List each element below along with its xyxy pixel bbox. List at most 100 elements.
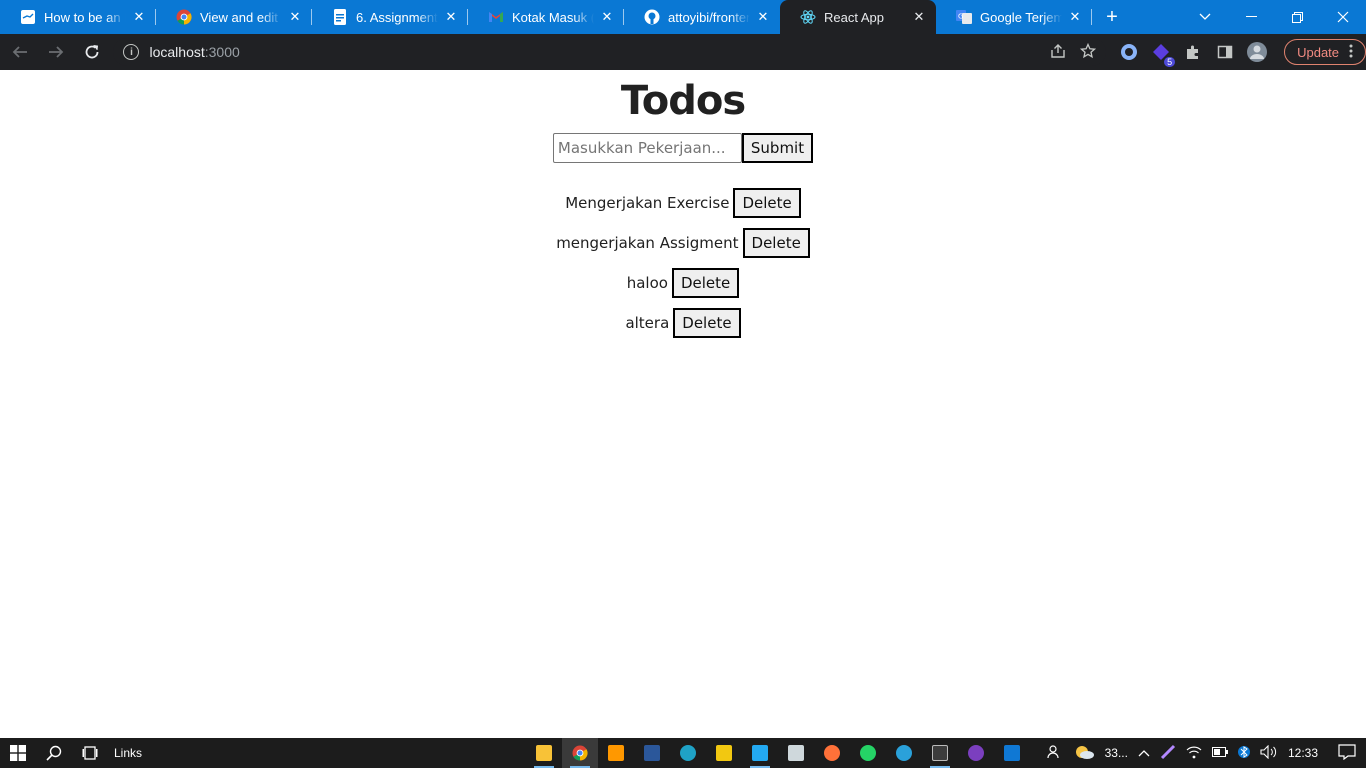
update-label: Update (1297, 44, 1340, 60)
svg-text:G: G (958, 13, 963, 21)
store-icon[interactable] (706, 738, 742, 768)
bluetooth-icon[interactable] (1237, 744, 1250, 763)
delete-button[interactable]: Delete (733, 188, 801, 218)
close-tab-icon[interactable]: ✕ (598, 8, 616, 26)
list-item: Mengerjakan Exercise Delete (0, 183, 1366, 223)
share-icon[interactable] (1050, 43, 1066, 62)
tab-title: 6. Assignment - C (356, 9, 438, 25)
tab-0[interactable]: How to be an Ide ✕ (0, 0, 156, 34)
close-tab-icon[interactable]: ✕ (442, 8, 460, 26)
battery-icon[interactable] (1211, 746, 1228, 760)
search-icon[interactable] (36, 738, 72, 768)
notification-icon[interactable] (1338, 743, 1356, 763)
whatsapp-icon[interactable] (850, 738, 886, 768)
windows-taskbar: Links 33... 12:33 (0, 738, 1366, 768)
profile-avatar[interactable] (1244, 39, 1270, 65)
window-controls (1182, 0, 1366, 34)
edge-icon[interactable] (670, 738, 706, 768)
task-view-icon[interactable] (72, 738, 108, 768)
bookmark-star-icon[interactable] (1079, 42, 1097, 62)
tab-2[interactable]: 6. Assignment - C ✕ (312, 0, 468, 34)
close-window-button[interactable] (1320, 2, 1366, 32)
gmail-icon (488, 9, 504, 25)
people-icon[interactable] (1047, 744, 1063, 763)
site-info-icon[interactable]: i (123, 44, 140, 60)
todo-text: haloo (626, 274, 668, 292)
list-item: altera Delete (0, 303, 1366, 343)
telegram-icon[interactable] (886, 738, 922, 768)
delete-button[interactable]: Delete (671, 268, 740, 298)
word-icon[interactable] (634, 738, 670, 768)
url-host: localhost (149, 44, 205, 60)
tab-separator (1091, 9, 1092, 25)
google-docs-icon (332, 9, 348, 25)
links-toolbar-label[interactable]: Links (114, 746, 142, 760)
menu-kebab-icon (1349, 44, 1353, 61)
wifi-icon[interactable] (1186, 745, 1202, 762)
todo-text: Mengerjakan Exercise (565, 194, 730, 212)
document-icon (20, 9, 36, 25)
address-bar[interactable]: i localhost:3000 (113, 38, 1107, 66)
restore-button[interactable] (1274, 2, 1320, 32)
update-button[interactable]: Update (1284, 39, 1366, 65)
tab-1[interactable]: View and edit loc ✕ (156, 0, 312, 34)
tab-title: View and edit loc (200, 9, 282, 25)
delete-button[interactable]: Delete (742, 228, 810, 258)
photos-icon[interactable] (994, 738, 1030, 768)
tab-search-chevron-icon[interactable] (1182, 2, 1228, 32)
todo-text: altera (625, 314, 670, 332)
close-tab-icon[interactable]: ✕ (286, 8, 304, 26)
pen-icon[interactable] (1160, 744, 1176, 763)
volume-icon[interactable] (1260, 744, 1278, 762)
todo-text: mengerjakan Assigment (556, 234, 739, 252)
file-explorer-icon[interactable] (526, 738, 562, 768)
close-tab-icon[interactable]: ✕ (910, 8, 928, 26)
minimize-button[interactable] (1228, 2, 1274, 32)
weather-icon[interactable] (1073, 744, 1095, 763)
side-panel-icon[interactable] (1212, 39, 1238, 65)
tab-3[interactable]: Kotak Masuk (1.4 ✕ (468, 0, 624, 34)
list-item: haloo Delete (0, 263, 1366, 303)
pinned-apps (526, 738, 1030, 768)
tab-title: React App (824, 9, 884, 25)
forward-arrow-icon[interactable] (40, 36, 72, 68)
reload-icon[interactable] (76, 36, 108, 68)
extension-badge-icon[interactable]: 5 (1148, 39, 1176, 67)
list-item: mengerjakan Assigment Delete (0, 223, 1366, 263)
tab-title: Google Terjemah (980, 9, 1062, 25)
chrome-icon[interactable] (562, 738, 599, 768)
tab-4[interactable]: attoyibi/frontend ✕ (624, 0, 780, 34)
system-tray: 33... 12:33 (1047, 743, 1366, 763)
github-icon (644, 9, 660, 25)
page-content: Todos Submit Mengerjakan Exercise Delete… (0, 70, 1366, 738)
submit-button[interactable]: Submit (741, 133, 814, 163)
clock-time[interactable]: 12:33 (1288, 746, 1318, 760)
close-tab-icon[interactable]: ✕ (130, 8, 148, 26)
vscode-icon[interactable] (742, 738, 778, 768)
todo-list: Mengerjakan Exercise Delete mengerjakan … (0, 183, 1366, 343)
weather-temperature[interactable]: 33... (1105, 746, 1128, 760)
notepad-icon[interactable] (778, 738, 814, 768)
back-arrow-icon[interactable] (4, 36, 36, 68)
terminal-icon[interactable] (922, 738, 958, 768)
extensions-puzzle-icon[interactable] (1180, 39, 1206, 65)
extension-circle-icon[interactable] (1116, 39, 1142, 65)
browser-toolbar: i localhost:3000 5 Update (0, 34, 1366, 70)
chrome-icon (176, 9, 192, 25)
url-port: :3000 (204, 44, 240, 60)
tab-6[interactable]: G Google Terjemah ✕ (936, 0, 1092, 34)
firefox-icon[interactable] (814, 738, 850, 768)
page-title: Todos (620, 78, 746, 124)
delete-button[interactable]: Delete (673, 308, 741, 338)
sublime-text-icon[interactable] (598, 738, 634, 768)
github-desktop-icon[interactable] (958, 738, 994, 768)
close-tab-icon[interactable]: ✕ (754, 8, 772, 26)
show-hidden-icons-chevron-icon[interactable] (1138, 746, 1150, 760)
close-tab-icon[interactable]: ✕ (1066, 8, 1084, 26)
tab-5-active[interactable]: React App ✕ (780, 0, 936, 34)
tab-title: How to be an Ide (44, 9, 126, 25)
new-tab-button[interactable]: + (1092, 0, 1132, 34)
todo-form: Submit (0, 133, 1366, 163)
todo-input[interactable] (552, 133, 742, 163)
windows-start-icon[interactable] (0, 738, 36, 768)
